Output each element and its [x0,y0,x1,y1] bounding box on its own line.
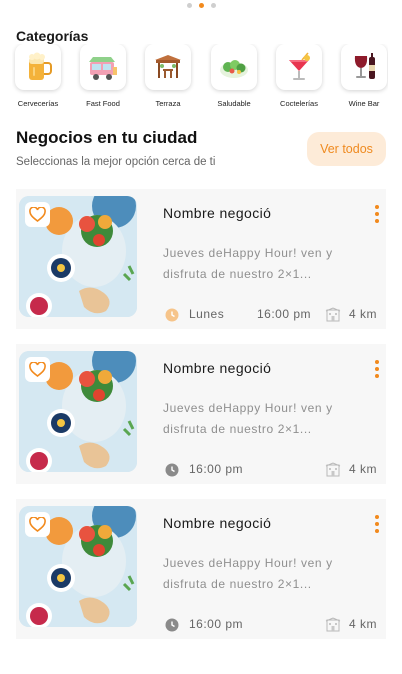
category-label: Wine Bar [348,99,380,108]
category-cervecerias[interactable]: Cervecerías [12,44,70,108]
heart-icon [29,362,46,377]
category-coctelerias[interactable]: Coctelerías [267,44,331,108]
category-label: Cervecerías [17,99,59,108]
category-saludable[interactable]: Saludable [202,44,266,108]
business-description: Jueves deHappy Hour! ven y disfruta de n… [163,246,333,281]
favorite-button[interactable] [25,202,50,227]
clock-icon [165,618,179,632]
category-wine-bar[interactable]: Wine Bar [332,44,388,108]
category-icon-box [145,44,191,90]
favorite-button[interactable] [25,512,50,537]
section-subtitle: Seleccionas la mejor opción cerca de ti [16,156,216,168]
business-card[interactable]: Nombre negoció Jueves deHappy Hour! ven … [16,499,386,639]
business-day: Lunes [189,307,225,321]
beer-icon [29,52,52,80]
business-name[interactable]: Nombre negoció [163,515,271,531]
terrace-icon [155,55,181,78]
business-description: Jueves deHappy Hour! ven y disfruta de n… [163,401,333,436]
business-meta: 16:00 pm 4 km [16,462,386,478]
section-title: Negocios en tu ciudad [16,128,198,147]
category-label: Fast Food [86,99,120,108]
business-distance: 4 km [349,617,378,631]
more-options-icon[interactable] [371,358,383,380]
category-fast-food[interactable]: Fast Food [71,44,135,108]
clock-icon [165,308,179,322]
business-name[interactable]: Nombre negoció [163,360,271,376]
category-icon-box [341,44,387,90]
food-truck-icon [89,57,117,80]
category-label: Terraza [155,99,181,108]
business-meta: 16:00 pm 4 km [16,617,386,633]
category-label: Coctelerías [280,99,318,108]
cocktail-icon [289,52,310,80]
categories-list: Cervecerías Fast Food Terraza Saludable … [12,44,388,114]
category-label: Saludable [217,99,251,108]
heart-icon [29,517,46,532]
business-photo [19,506,137,627]
category-terraza[interactable]: Terraza [136,44,200,108]
page-dot[interactable] [186,3,192,8]
location-building-icon [325,307,341,322]
salad-icon [220,60,248,78]
wine-icon [354,53,375,79]
business-name[interactable]: Nombre negoció [163,205,271,221]
business-card[interactable]: Nombre negoció Jueves deHappy Hour! ven … [16,344,386,484]
business-time: 16:00 pm [189,617,244,631]
business-time: 16:00 pm [189,462,244,476]
clock-icon [165,463,179,477]
more-options-icon[interactable] [371,513,383,535]
business-time: 16:00 pm [257,307,312,321]
category-icon-box [15,44,61,90]
page-indicator [0,3,402,8]
heart-icon [29,207,46,222]
page-dot[interactable] [210,3,216,8]
business-photo [19,351,137,472]
business-distance: 4 km [349,462,378,476]
more-options-icon[interactable] [371,203,383,225]
business-distance: 4 km [349,307,378,321]
categories-title: Categorías [16,28,89,44]
favorite-button[interactable] [25,357,50,382]
page-dot-active[interactable] [198,3,204,8]
business-card[interactable]: Nombre negoció Jueves deHappy Hour! ven … [16,189,386,329]
business-photo [19,196,137,317]
business-description: Jueves deHappy Hour! ven y disfruta de n… [163,556,333,591]
see-all-button[interactable]: Ver todos [307,132,386,166]
location-building-icon [325,617,341,632]
location-building-icon [325,462,341,477]
category-icon-box [80,44,126,90]
category-icon-box [211,44,257,90]
category-icon-box [276,44,322,90]
business-meta: Lunes 16:00 pm 4 km [16,307,386,323]
